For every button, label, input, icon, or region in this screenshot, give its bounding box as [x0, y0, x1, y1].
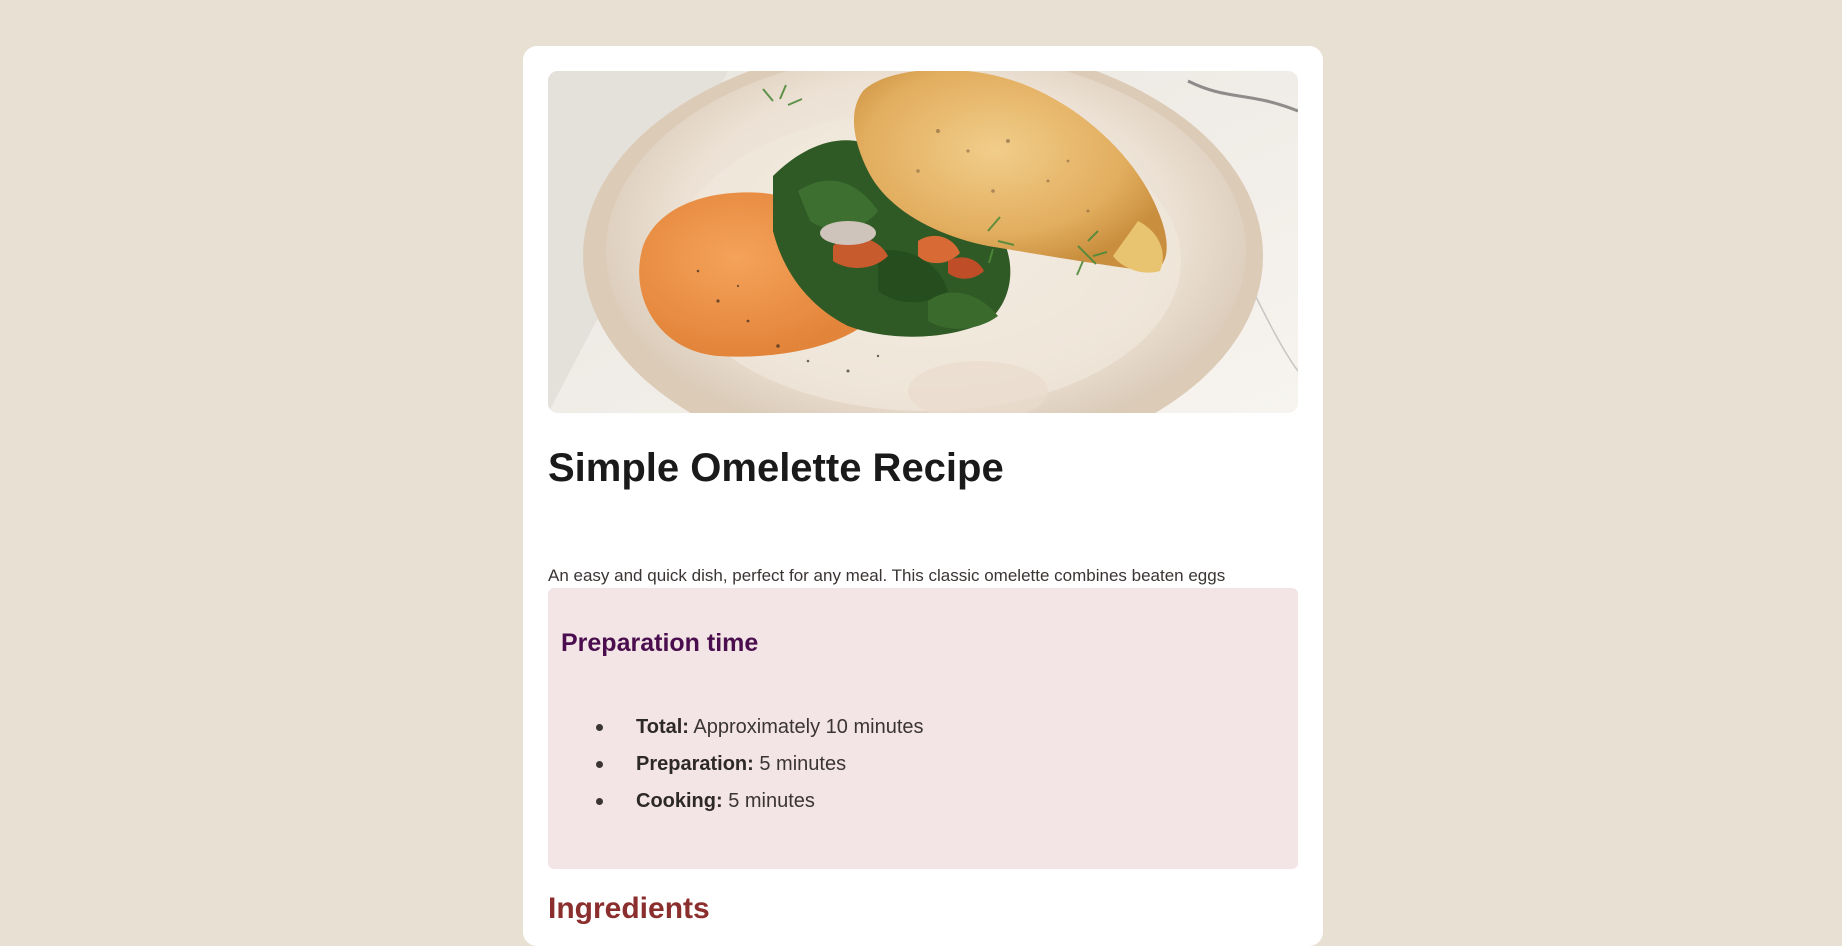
prep-item-label: Cooking: [636, 790, 723, 812]
bullet-icon [596, 798, 603, 805]
prep-item-label: Total: [636, 716, 689, 738]
preparation-time-panel: Preparation time Total: Approximately 10… [548, 588, 1298, 869]
bullet-icon [596, 761, 603, 768]
recipe-title: Simple Omelette Recipe [548, 446, 1004, 490]
omelette-photo [548, 71, 1298, 413]
prep-item-text: Cooking: 5 minutes [636, 790, 815, 812]
recipe-hero-image [548, 71, 1298, 413]
prep-item-label: Preparation: [636, 753, 754, 775]
prep-item-text: Total: Approximately 10 minutes [636, 716, 924, 738]
preparation-time-heading: Preparation time [561, 629, 759, 657]
prep-item-value: 5 minutes [722, 790, 815, 812]
recipe-card: Simple Omelette Recipe An easy and quick… [523, 46, 1323, 946]
prep-item-value: 5 minutes [753, 753, 847, 775]
prep-item-text: Preparation: 5 minutes [636, 753, 846, 775]
bullet-icon [596, 724, 603, 731]
prep-item-value: Approximately 10 minutes [688, 716, 924, 738]
ingredients-heading: Ingredients [548, 892, 710, 925]
